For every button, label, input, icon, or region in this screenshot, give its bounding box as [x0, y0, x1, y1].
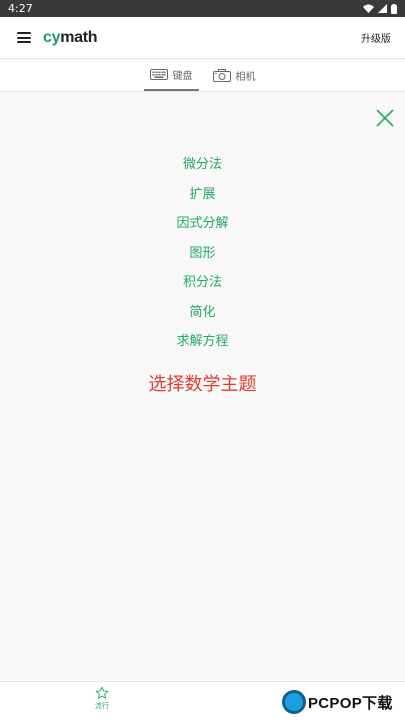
camera-icon	[212, 69, 231, 82]
topic-list: 微分法 扩展 因式分解 图形 积分法 简化 求解方程	[0, 150, 405, 357]
status-icons	[363, 3, 397, 14]
topic-graph[interactable]: 图形	[189, 239, 215, 269]
topic-expand[interactable]: 扩展	[189, 180, 215, 210]
signal-icon	[378, 4, 387, 13]
star-icon	[95, 686, 109, 699]
wifi-icon	[363, 4, 374, 13]
tab-keyboard[interactable]: 键盘	[143, 60, 199, 91]
nav-popular-label: 流行	[95, 702, 109, 710]
topic-integration[interactable]: 积分法	[183, 268, 222, 298]
app-bar: cymath 升级版	[0, 17, 405, 59]
watermark-logo: PCPOP下载	[282, 684, 405, 720]
logo-math: math	[60, 28, 98, 46]
app-logo: cymath	[43, 28, 98, 47]
logo-cy: cy	[43, 28, 61, 46]
close-icon[interactable]	[374, 107, 396, 129]
battery-icon	[391, 3, 397, 14]
keyboard-icon	[149, 69, 168, 80]
watermark-emblem	[282, 690, 306, 714]
tab-camera-label: 相机	[235, 72, 256, 83]
status-bar: 4:27	[0, 0, 405, 17]
watermark-text: PCPOP下载	[308, 694, 393, 712]
select-topic-heading: 选择数学主题	[148, 374, 257, 395]
tab-keyboard-label: 键盘	[172, 71, 193, 82]
status-time: 4:27	[8, 2, 33, 15]
upgrade-button[interactable]: 升级版	[361, 30, 391, 45]
nav-popular[interactable]: 流行	[84, 686, 120, 711]
hamburger-menu-icon[interactable]	[17, 32, 31, 43]
topic-solve-equation[interactable]: 求解方程	[176, 327, 228, 357]
topic-factor[interactable]: 因式分解	[176, 209, 228, 239]
topic-differentiation[interactable]: 微分法	[183, 150, 222, 180]
tab-camera[interactable]: 相机	[207, 60, 262, 91]
input-mode-tabs: 键盘 相机	[0, 60, 405, 92]
topic-simplify[interactable]: 简化	[189, 298, 215, 328]
